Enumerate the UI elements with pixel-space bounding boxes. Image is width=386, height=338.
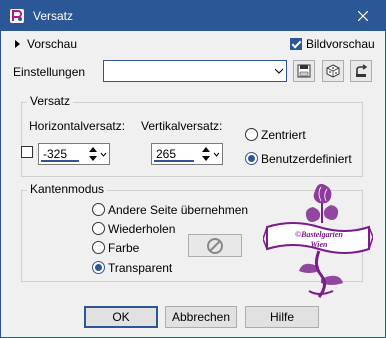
cancel-button[interactable]: Abbrechen: [165, 306, 237, 328]
reset-preset-button[interactable]: [350, 60, 372, 82]
close-icon: [358, 11, 368, 21]
image-preview-label[interactable]: Bildvorschau: [306, 37, 375, 51]
expand-preview-icon[interactable]: [15, 40, 20, 48]
centered-radio[interactable]: [245, 128, 258, 141]
ok-button[interactable]: OK: [84, 306, 158, 328]
logo-text-line2: Wien: [310, 240, 328, 249]
settings-label: Einstellungen: [13, 65, 86, 79]
logo-text-line1: ©Bastelgarten: [295, 230, 343, 239]
dice-icon: [326, 64, 340, 78]
value-underline: [41, 160, 79, 162]
random-preset-button[interactable]: [322, 60, 344, 82]
save-preset-button[interactable]: [293, 60, 315, 82]
help-button[interactable]: Hilfe: [245, 306, 319, 328]
value-underline: [154, 160, 194, 162]
save-icon: [297, 64, 311, 78]
vertical-offset-spinbox[interactable]: 265: [151, 143, 223, 165]
offset-group-title: Versatz: [27, 94, 74, 108]
horizontal-offset-value: -325: [43, 147, 68, 161]
no-color-icon: [207, 237, 223, 254]
bastelgarten-logo: ©Bastelgarten Wien: [263, 183, 373, 298]
edge-wrap-label[interactable]: Andere Seite übernehmen: [108, 203, 248, 217]
centered-label[interactable]: Zentriert: [261, 128, 306, 142]
edge-color-label[interactable]: Farbe: [108, 241, 139, 255]
custom-label[interactable]: Benutzerdefiniert: [261, 152, 352, 166]
edge-wrap-radio[interactable]: [92, 203, 105, 216]
vertical-offset-value: 265: [156, 147, 177, 161]
app-icon: [10, 9, 24, 23]
settings-combobox[interactable]: [103, 60, 287, 82]
close-button[interactable]: [341, 1, 385, 31]
image-preview-checkbox[interactable]: [290, 38, 302, 50]
title-bar[interactable]: Versatz: [1, 1, 385, 31]
spin-arrows-icon[interactable]: [200, 144, 220, 164]
help-button-label: Hilfe: [269, 310, 294, 324]
edge-color-radio[interactable]: [92, 241, 105, 254]
edge-color-swatch[interactable]: [188, 234, 242, 257]
custom-radio[interactable]: [245, 152, 258, 165]
window-title: Versatz: [33, 9, 74, 23]
preview-toggle-label[interactable]: Vorschau: [27, 37, 77, 51]
reset-icon: [356, 64, 368, 77]
horizontal-offset-label: Horizontalversatz:: [29, 119, 126, 133]
dialog-window: Versatz Vorschau Bildvorschau Einstellun…: [0, 0, 386, 338]
ok-button-label: OK: [112, 310, 130, 324]
edge-transparent-label[interactable]: Transparent: [108, 261, 172, 275]
cancel-button-label: Abbrechen: [171, 310, 231, 324]
edge-repeat-radio[interactable]: [92, 222, 105, 235]
spin-arrows-icon[interactable]: [87, 144, 107, 164]
edge-transparent-radio[interactable]: [92, 261, 105, 274]
edge-repeat-label[interactable]: Wiederholen: [108, 222, 175, 236]
vertical-offset-label: Vertikalversatz:: [141, 119, 223, 133]
link-offset-checkbox[interactable]: [21, 146, 33, 158]
edge-mode-group-title: Kantenmodus: [27, 182, 108, 196]
chevron-down-icon: [275, 68, 283, 74]
horizontal-offset-spinbox[interactable]: -325: [38, 143, 110, 165]
